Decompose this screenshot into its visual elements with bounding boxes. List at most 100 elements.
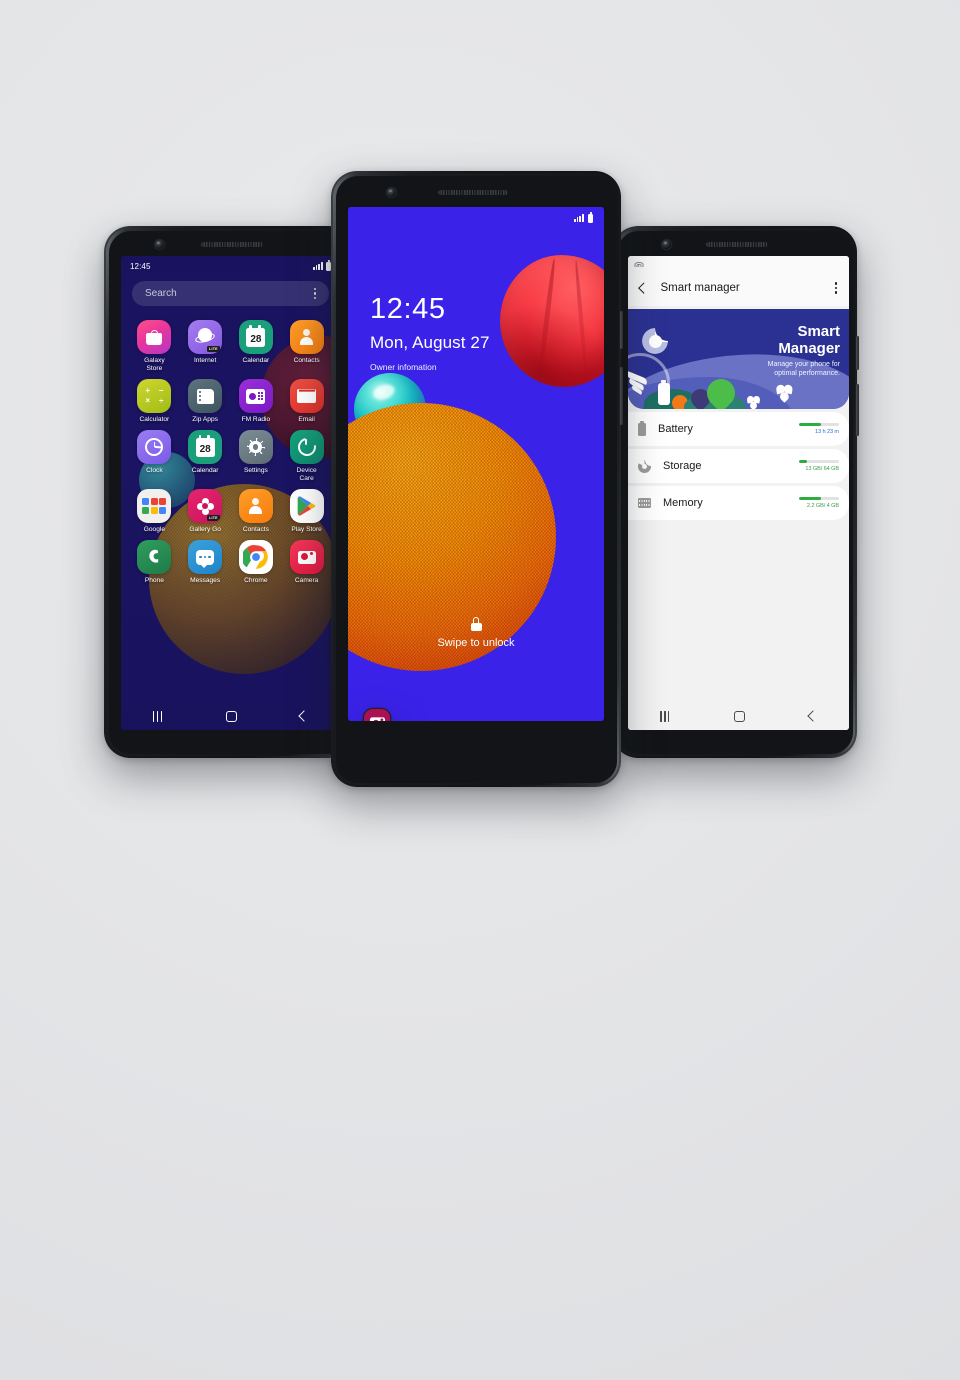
smart-manager-phone: Smart manager Smart Manager Manage your … [612, 226, 859, 758]
owner-information: Owner infomation [370, 362, 437, 372]
camera-icon [289, 540, 324, 574]
app-messages[interactable]: Messages [180, 540, 231, 585]
app-clock[interactable]: Clock [129, 430, 180, 483]
back-chevron-icon[interactable] [638, 282, 650, 294]
unlock-hint[interactable]: Swipe to unlock [348, 617, 604, 649]
home-icon[interactable] [733, 710, 745, 722]
app-settings[interactable]: Settings [231, 430, 282, 483]
volume-button[interactable] [856, 384, 859, 436]
app-google[interactable]: Google [129, 489, 180, 534]
battery-icon [587, 212, 593, 223]
app-label: FM Radio [241, 416, 271, 423]
app-internet[interactable]: LITE Internet [180, 320, 231, 373]
lock-screen-phone: 12:45 Mon, August 27 Owner infomation Sw… [331, 171, 623, 787]
app-devicecare[interactable]: Device Care [281, 430, 332, 483]
app-calendar[interactable]: 28 Calendar [231, 320, 282, 373]
phone-top-hardware [628, 226, 849, 256]
recents-icon[interactable] [660, 710, 670, 722]
smart-manager-list: Battery 13 h 23 m Storage 13 GB/ 64 GB Memor… [628, 409, 849, 523]
wifi-icon [634, 260, 643, 267]
left-phone-screen: 12:45 Search Galaxy Store LITE Internet 28 Ca… [121, 256, 340, 730]
app-label: Calculator [139, 416, 170, 423]
app-label: Contacts [293, 357, 320, 364]
app-label: Phone [144, 577, 164, 584]
wallpaper-red-sphere [500, 255, 604, 387]
contacts-icon [289, 320, 324, 354]
list-item-value: 2.2 GB/ 4 GB [806, 503, 839, 510]
app-gallerygo[interactable]: LITE Gallery Go [180, 489, 231, 534]
recents-icon[interactable] [152, 710, 163, 722]
app-grid: Galaxy Store LITE Internet 28 Calendar Contact… [121, 320, 340, 585]
phone-top-hardware [121, 226, 340, 256]
list-item[interactable]: Storage 13 GB/ 64 GB [628, 449, 849, 483]
navigation-bar [121, 702, 340, 730]
list-item[interactable]: Memory 2.2 GB/ 4 GB [628, 486, 849, 520]
right-phone-screen: Smart manager Smart Manager Manage your … [628, 256, 849, 730]
front-camera-icon [155, 240, 164, 249]
list-item[interactable]: Battery 13 h 23 m [628, 412, 849, 446]
progress-bar [799, 496, 839, 501]
app-label: Zip Apps [192, 416, 218, 423]
app-label: Gallery Go [189, 526, 221, 533]
front-camera-icon [387, 188, 396, 197]
list-item-label: Memory [663, 497, 703, 509]
phone-icon [137, 540, 172, 574]
messages-icon [188, 540, 223, 574]
lock-icon [470, 617, 482, 631]
app-label: Calendar [242, 357, 270, 364]
list-item-value: 13 h 23 m [815, 429, 839, 436]
google-folder-icon [137, 489, 172, 523]
app-fmradio[interactable]: FM Radio [231, 379, 282, 424]
app-playstore[interactable]: Play Store [281, 489, 332, 534]
list-item-label: Battery [658, 423, 693, 435]
search-input[interactable]: Search [132, 281, 329, 306]
camera-shortcut-icon[interactable] [364, 709, 390, 721]
power-button[interactable] [856, 336, 859, 370]
app-label: Play Store [291, 526, 322, 533]
lock-time: 12:45 [370, 293, 446, 325]
app-label: Camera [294, 577, 319, 584]
home-icon[interactable] [225, 710, 237, 722]
earpiece-speaker [438, 190, 508, 195]
app-label: Email [298, 416, 315, 423]
power-button[interactable] [620, 311, 623, 349]
app-email[interactable]: Email [281, 379, 332, 424]
progress-bar [799, 459, 839, 464]
unlock-text: Swipe to unlock [437, 637, 515, 649]
app-galaxystore[interactable]: Galaxy Store [129, 320, 180, 373]
app-contacts2[interactable]: Contacts [231, 489, 282, 534]
calculator-icon: + − × ÷ [137, 379, 172, 413]
calendar-icon: 28 [238, 320, 273, 354]
device-care-icon [289, 430, 324, 464]
gallery-go-icon: LITE [188, 489, 223, 523]
app-label: Chrome [244, 577, 268, 584]
app-calculator[interactable]: + − × ÷ Calculator [129, 379, 180, 424]
banner-pie-icon [642, 328, 668, 354]
app-chrome[interactable]: Chrome [231, 540, 282, 585]
banner-sprig-1 [746, 393, 761, 409]
app-phone[interactable]: Phone [129, 540, 180, 585]
progress-bar [799, 422, 839, 427]
volume-button[interactable] [620, 367, 623, 425]
banner-subtitle-line1: Manage your phone for [767, 361, 840, 368]
back-icon[interactable] [807, 710, 819, 722]
app-label: Internet [193, 357, 217, 364]
app-zipapps[interactable]: Zip Apps [180, 379, 231, 424]
app-contacts[interactable]: Contacts [281, 320, 332, 373]
earpiece-speaker [201, 242, 263, 247]
app-camera[interactable]: Camera [281, 540, 332, 585]
kebab-menu-icon[interactable] [313, 288, 316, 299]
app-label: Messages [190, 577, 221, 584]
lock-date: Mon, August 27 [370, 333, 490, 352]
list-item-label: Storage [663, 460, 702, 472]
earpiece-speaker [706, 242, 768, 247]
battery-icon [638, 420, 646, 436]
kebab-menu-icon[interactable] [834, 282, 837, 294]
app-bar: Smart manager [628, 270, 849, 306]
front-camera-icon [662, 240, 671, 249]
back-icon[interactable] [298, 710, 310, 722]
app-calendar2[interactable]: 28 Calendar [180, 430, 231, 483]
chrome-icon [238, 540, 273, 574]
app-label: Device Care [296, 467, 317, 482]
zip-apps-icon [188, 379, 223, 413]
